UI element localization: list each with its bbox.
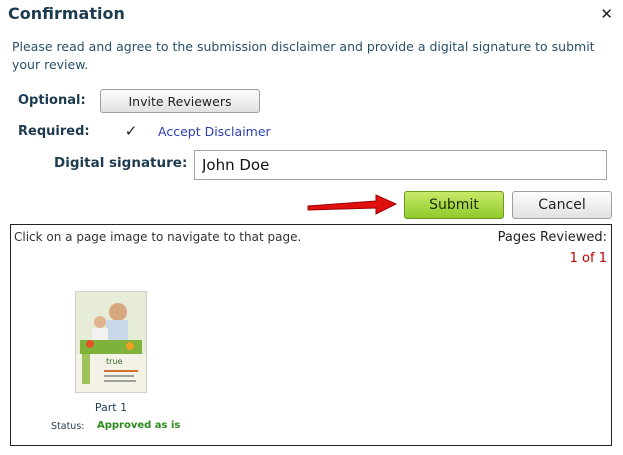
svg-text:true: true — [106, 357, 122, 366]
submit-button[interactable]: Submit — [404, 191, 504, 219]
accept-disclaimer-checkbox[interactable]: ✓ — [124, 124, 138, 139]
instructions-text: Please read and agree to the submission … — [12, 39, 595, 72]
page-status-value: Approved as is — [97, 420, 181, 431]
page-status-label: Status: — [51, 421, 85, 432]
optional-label: Optional: — [18, 93, 86, 108]
dialog-title: Confirmation — [8, 4, 125, 23]
page-thumbnail-image: true — [76, 292, 146, 392]
page-thumbnail[interactable]: true — [75, 291, 147, 393]
page-part-label: Part 1 — [94, 401, 128, 414]
red-arrow-icon — [307, 194, 398, 215]
pages-reviewed-count: 1 of 1 — [569, 251, 607, 266]
invite-reviewers-button[interactable]: Invite Reviewers — [100, 89, 260, 113]
pages-panel: Click on a page image to navigate to tha… — [10, 224, 612, 446]
cancel-button[interactable]: Cancel — [512, 191, 612, 219]
pages-reviewed-label: Pages Reviewed: — [497, 230, 607, 245]
accept-disclaimer-link[interactable]: Accept Disclaimer — [158, 124, 271, 139]
digital-signature-input[interactable] — [194, 150, 607, 180]
digital-signature-label: Digital signature: — [54, 155, 188, 171]
required-label: Required: — [18, 124, 90, 139]
navigate-hint: Click on a page image to navigate to tha… — [14, 230, 302, 244]
close-icon[interactable]: ✕ — [600, 5, 613, 23]
